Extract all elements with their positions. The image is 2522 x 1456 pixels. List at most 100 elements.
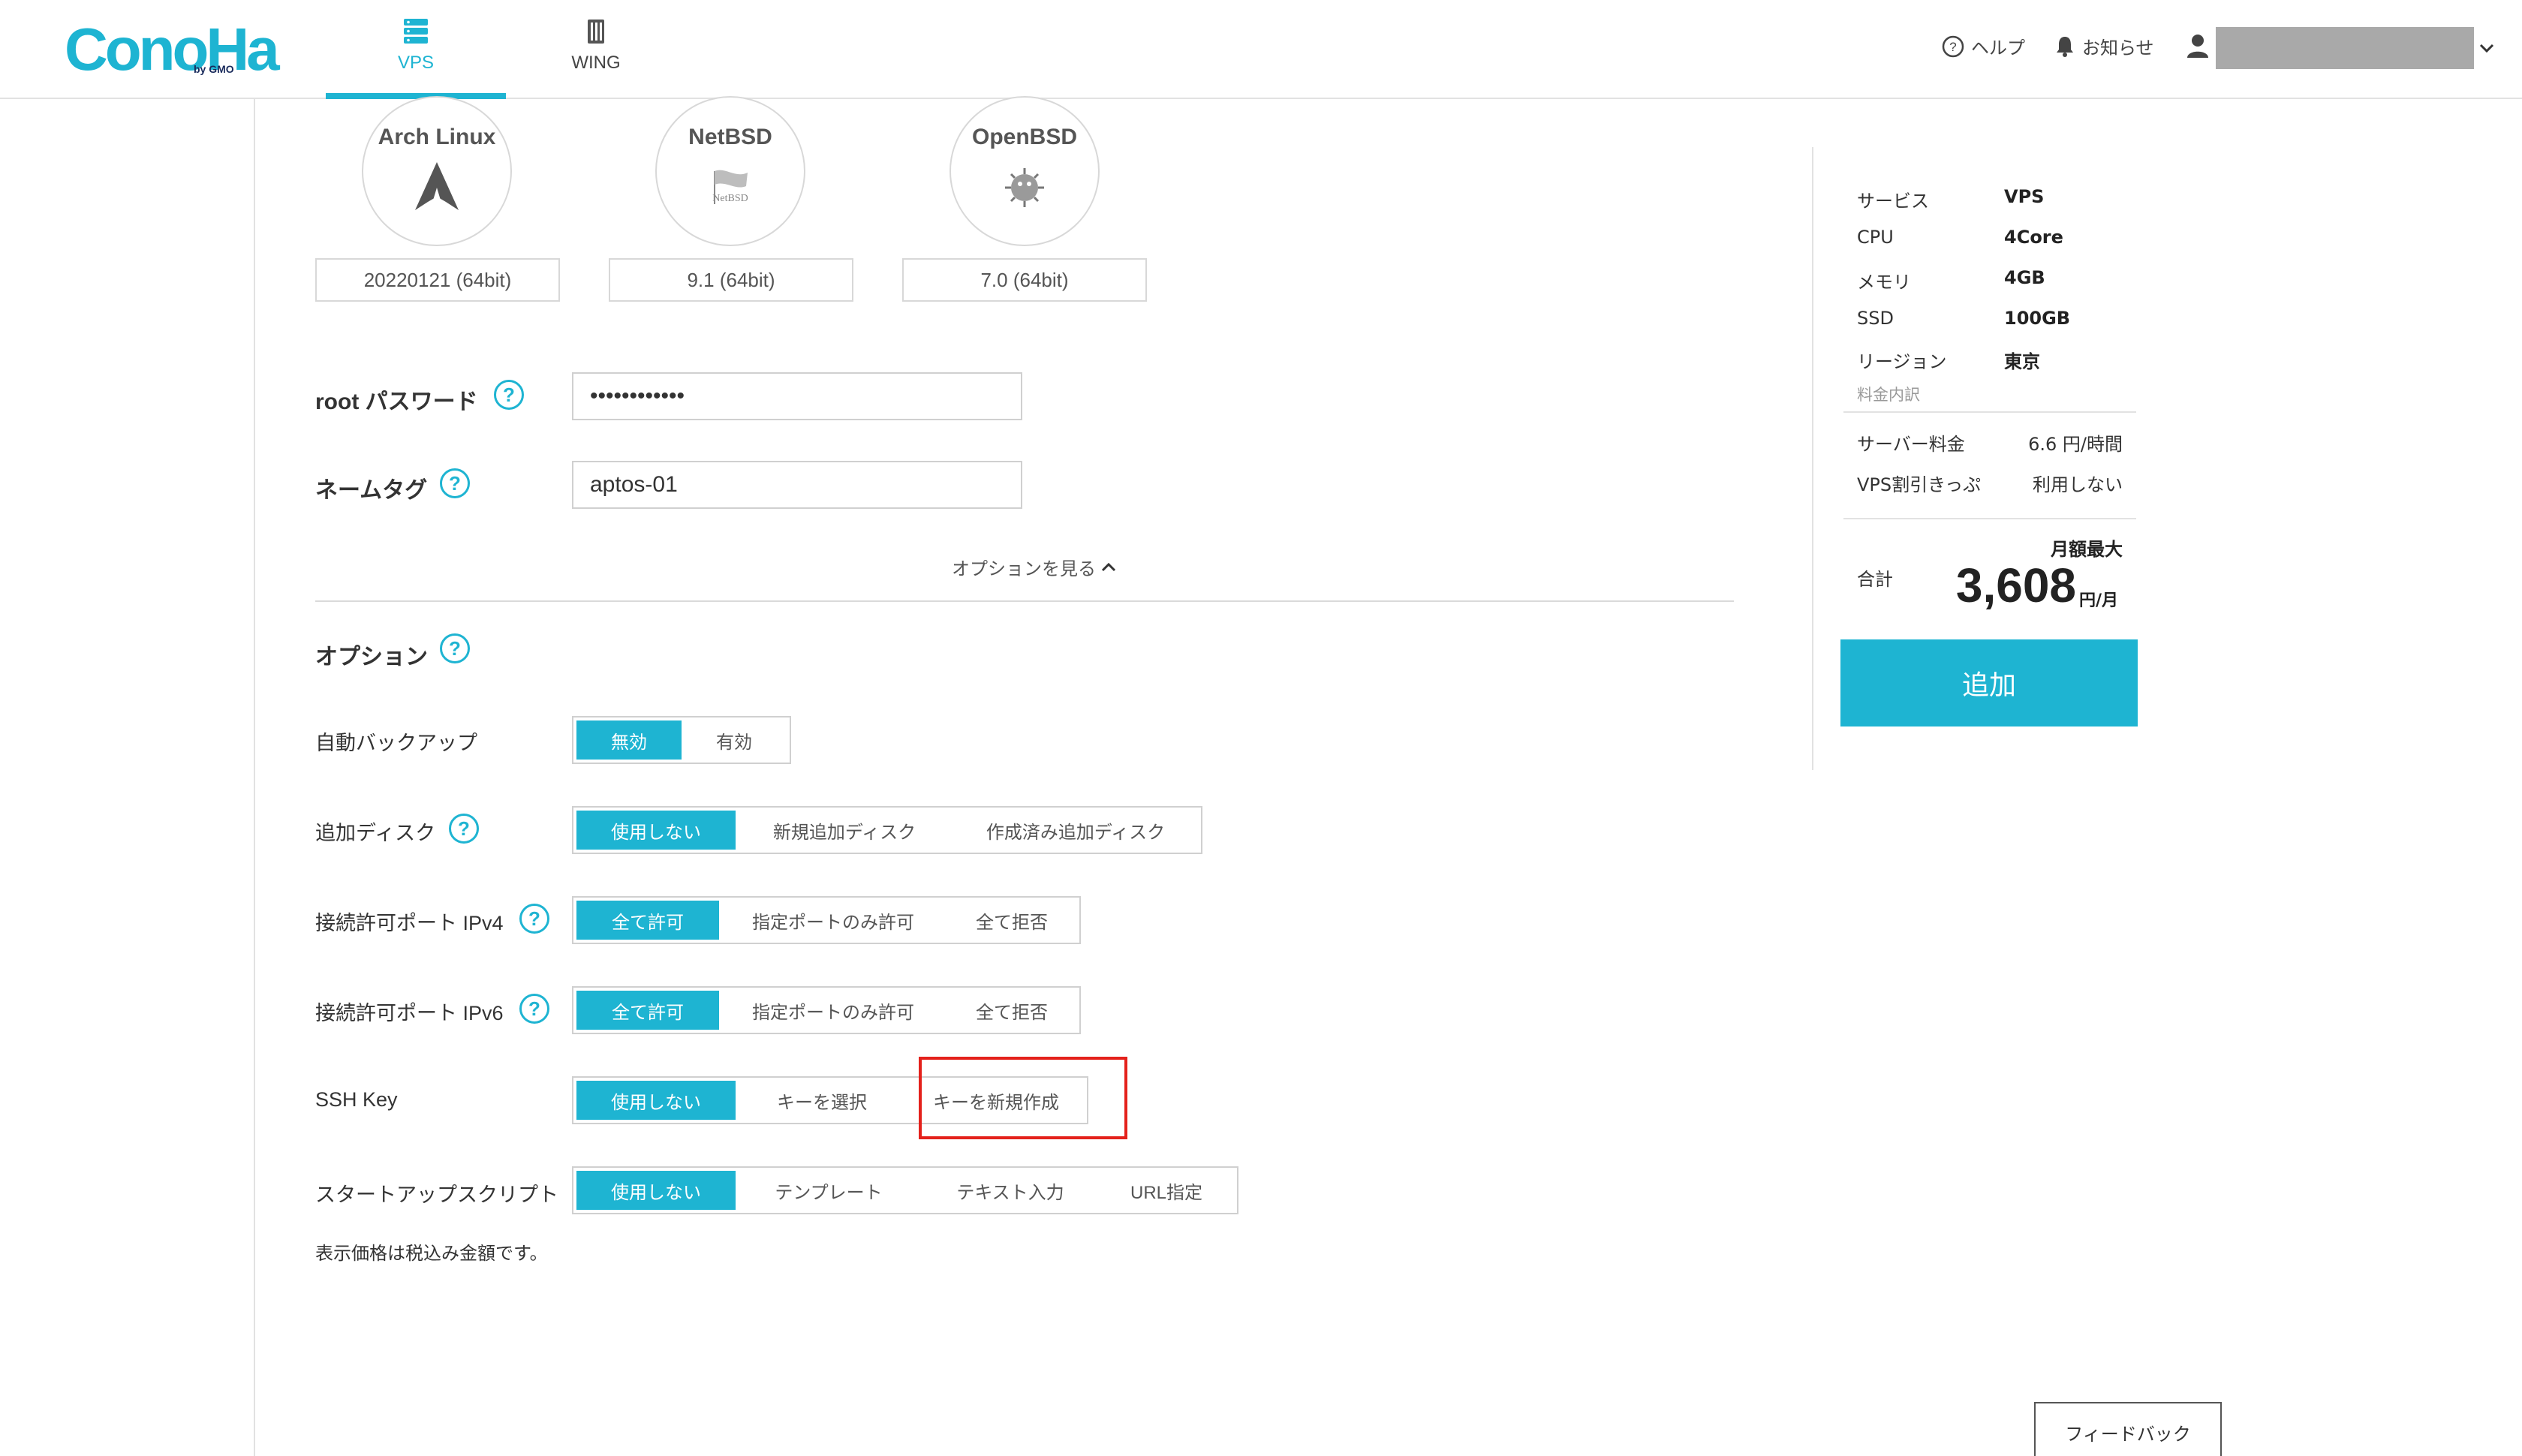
root-password-help-icon[interactable]: ? xyxy=(494,380,524,410)
section-divider xyxy=(315,600,1734,602)
user-menu[interactable] xyxy=(2186,33,2210,59)
os-version-select[interactable]: 20220121 (64bit) xyxy=(315,258,560,302)
auto-backup-option-disabled[interactable]: 無効 xyxy=(576,720,682,760)
ipv6-port-label: 接続許可ポート IPv6 xyxy=(315,1002,504,1024)
options-toggle[interactable]: オプションを見る xyxy=(952,554,1117,580)
help-label: ヘルプ xyxy=(1971,38,2025,59)
ipv6-option-allow-specified[interactable]: 指定ポートのみ許可 xyxy=(719,991,947,1030)
content-left-border xyxy=(254,99,255,1456)
additional-disk-option-none[interactable]: 使用しない xyxy=(576,811,736,850)
arch-linux-icon xyxy=(415,162,459,210)
discount-ticket-value: 利用しない xyxy=(2033,474,2123,495)
ipv4-option-allow-all[interactable]: 全て許可 xyxy=(576,901,719,940)
name-tag-input[interactable] xyxy=(572,461,1022,509)
startup-script-option-none[interactable]: 使用しない xyxy=(576,1171,736,1210)
ipv4-option-deny-all[interactable]: 全て拒否 xyxy=(947,901,1076,940)
ipv4-port-help-icon[interactable]: ? xyxy=(519,904,549,934)
startup-script-option-template[interactable]: テンプレート xyxy=(736,1171,922,1210)
server-stack-icon xyxy=(404,19,428,44)
server-fee-key: サーバー料金 xyxy=(1857,434,1965,455)
spec-region-value: 東京 xyxy=(2004,351,2040,372)
os-name: NetBSD xyxy=(688,125,772,149)
startup-script-option-text[interactable]: テキスト入力 xyxy=(922,1171,1099,1210)
ipv6-port-segmented-control: 全て許可 指定ポートのみ許可 全て拒否 xyxy=(572,986,1081,1034)
summary-panel-border xyxy=(1812,147,1813,770)
options-toggle-label: オプションを見る xyxy=(952,558,1096,579)
total-label: 合計 xyxy=(1857,569,1893,590)
spec-service-key: サービス xyxy=(1857,191,1929,212)
auto-backup-option-enabled[interactable]: 有効 xyxy=(682,720,787,760)
highlight-annotation xyxy=(919,1057,1127,1139)
ssh-key-label: SSH Key xyxy=(315,1088,398,1111)
ipv4-option-allow-specified[interactable]: 指定ポートのみ許可 xyxy=(719,901,947,940)
add-server-button[interactable]: 追加 xyxy=(1840,639,2138,726)
spec-region-key: リージョン xyxy=(1857,351,1947,372)
spec-cpu-key: CPU xyxy=(1857,227,1894,248)
summary-divider xyxy=(1843,411,2136,413)
tab-vps[interactable]: VPS xyxy=(326,0,506,99)
tab-wing-label: WING xyxy=(571,53,621,73)
netbsd-icon: NetBSD xyxy=(712,170,748,204)
conoha-logo[interactable]: ConoHa xyxy=(65,18,280,81)
os-name: OpenBSD xyxy=(971,125,1077,149)
additional-disk-label: 追加ディスク xyxy=(315,822,436,844)
discount-ticket-key: VPS割引きっぷ xyxy=(1857,474,1982,495)
question-circle-icon: ? xyxy=(1942,35,1964,57)
name-tag-label: ネームタグ xyxy=(315,478,428,503)
options-help-icon[interactable]: ? xyxy=(440,633,470,663)
spec-memory-key: メモリ xyxy=(1857,272,1911,293)
spec-service-value: VPS xyxy=(2004,186,2045,207)
top-header: ConoHa by GMO VPS WING ? ヘルプ お知らせ xyxy=(0,0,2522,99)
svg-text:NetBSD: NetBSD xyxy=(712,193,748,204)
additional-disk-option-new[interactable]: 新規追加ディスク xyxy=(736,811,953,850)
chevron-down-icon[interactable] xyxy=(2478,42,2495,54)
feedback-button[interactable]: フィードバック xyxy=(2034,1402,2222,1456)
ipv4-port-label: 接続許可ポート IPv4 xyxy=(315,912,504,934)
os-version-select[interactable]: 9.1 (64bit) xyxy=(609,258,853,302)
ipv6-option-allow-all[interactable]: 全て許可 xyxy=(576,991,719,1030)
user-icon xyxy=(2187,35,2208,58)
ssh-key-option-select[interactable]: キーを選択 xyxy=(736,1081,908,1120)
openbsd-puffer-icon xyxy=(1005,168,1044,207)
spec-cpu-value: 4Core xyxy=(2004,227,2063,248)
spec-ssd-value: 100GB xyxy=(2004,308,2071,329)
ssh-key-option-none[interactable]: 使用しない xyxy=(576,1081,736,1120)
os-version-select[interactable]: 7.0 (64bit) xyxy=(902,258,1147,302)
os-card-arch-linux[interactable]: Arch Linux xyxy=(362,96,512,246)
help-link[interactable]: ? ヘルプ xyxy=(1941,33,2025,59)
startup-script-label: スタートアップスクリプト xyxy=(315,1184,558,1206)
logo-byline: by GMO xyxy=(194,63,234,75)
os-card-openbsd[interactable]: OpenBSD xyxy=(950,96,1100,246)
os-card-netbsd[interactable]: NetBSD NetBSD xyxy=(655,96,805,246)
spec-memory-value: 4GB xyxy=(2004,267,2045,288)
name-tag-help-icon[interactable]: ? xyxy=(440,468,470,498)
price-detail-label: 料金内訳 xyxy=(1857,386,1920,404)
bell-icon xyxy=(2057,36,2073,57)
startup-script-option-url[interactable]: URL指定 xyxy=(1099,1171,1234,1210)
options-heading: オプション xyxy=(315,645,428,669)
auto-backup-label: 自動バックアップ xyxy=(315,732,477,754)
notifications-link[interactable]: お知らせ xyxy=(2054,33,2154,59)
ipv6-port-help-icon[interactable]: ? xyxy=(519,994,549,1024)
total-price-unit: 円/月 xyxy=(2079,591,2119,610)
wing-server-icon xyxy=(588,20,604,44)
ipv6-option-deny-all[interactable]: 全て拒否 xyxy=(947,991,1076,1030)
ipv4-port-segmented-control: 全て許可 指定ポートのみ許可 全て拒否 xyxy=(572,896,1081,944)
additional-disk-segmented-control: 使用しない 新規追加ディスク 作成済み追加ディスク xyxy=(572,806,1202,854)
user-name-redacted[interactable] xyxy=(2216,27,2474,69)
tax-note: 表示価格は税込み金額です。 xyxy=(315,1243,548,1264)
additional-disk-help-icon[interactable]: ? xyxy=(449,814,479,844)
root-password-label: root パスワード xyxy=(315,390,478,414)
summary-divider xyxy=(1843,518,2136,519)
tab-vps-label: VPS xyxy=(397,53,435,73)
chevron-up-icon xyxy=(1101,562,1116,571)
additional-disk-option-existing[interactable]: 作成済み追加ディスク xyxy=(953,811,1198,850)
notifications-label: お知らせ xyxy=(2082,38,2154,59)
root-password-input[interactable] xyxy=(572,372,1022,420)
svg-text:?: ? xyxy=(1949,40,1956,54)
tab-wing[interactable]: WING xyxy=(506,0,686,99)
os-name: Arch Linux xyxy=(378,125,496,149)
spec-ssd-key: SSD xyxy=(1857,308,1894,329)
total-price: 3,608 xyxy=(1955,558,2076,612)
auto-backup-segmented-control: 無効 有効 xyxy=(572,716,791,764)
